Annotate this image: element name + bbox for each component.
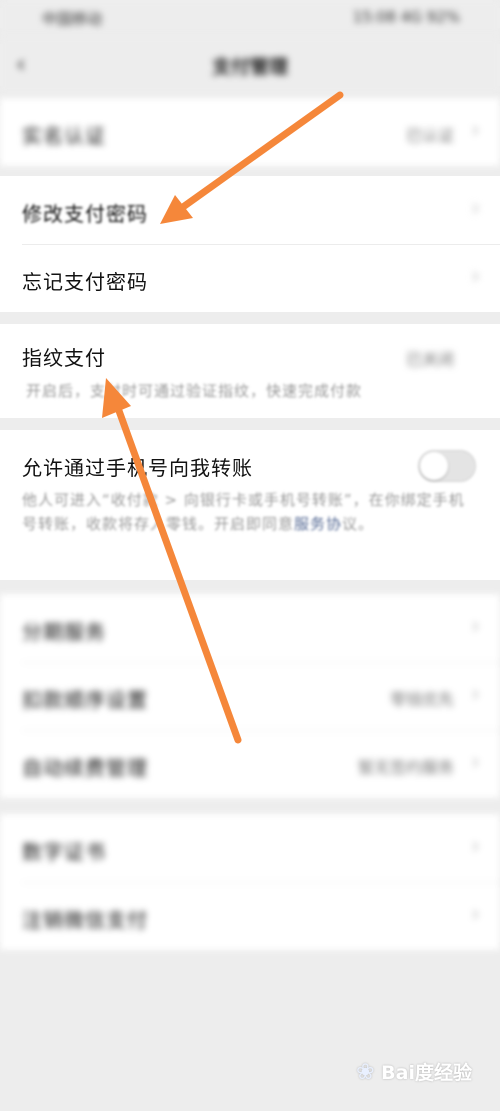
group-services: 分期服务 › 扣款顺序设置 零钱优先 › 自动续费管理 暂无签约服务 ›	[0, 594, 500, 798]
phone-transfer-description: 他人可进入“收付款 > 向银行卡或手机号转账”，在你绑定手机号转账，收款将存入零…	[22, 488, 474, 536]
chevron-right-icon: ›	[471, 902, 480, 927]
row-value: 已认证	[405, 126, 454, 145]
status-bar: 中国移动 15:08 4G 92%	[0, 0, 500, 36]
paw-icon: ❀	[356, 1060, 375, 1085]
chevron-right-icon: ›	[471, 750, 480, 775]
row-subtitle: 开启后，支付时可通过验证指纹，快速完成付款	[26, 382, 363, 400]
carrier-text: 中国移动	[42, 10, 103, 28]
row-digital-certificate[interactable]: 数字证书 ›	[0, 814, 500, 882]
row-label: 允许通过手机号向我转账	[22, 456, 253, 480]
row-value: 已关闭	[405, 350, 454, 369]
chevron-right-icon: ›	[471, 118, 480, 143]
chevron-right-icon: ›	[471, 196, 480, 221]
row-label: 分期服务	[22, 620, 106, 644]
watermark-text: Bai度经验	[381, 1062, 472, 1084]
row-label: 自动续费管理	[22, 756, 148, 780]
row-auto-renewal[interactable]: 自动续费管理 暂无签约服务 ›	[0, 730, 500, 798]
status-indicators: 15:08 4G 92%	[352, 8, 460, 26]
chevron-right-icon: ›	[471, 682, 480, 707]
desc-text: 他人可进入“收付款 > 向银行卡或手机号转账”，在你绑定手机号转账，收款将存入零…	[22, 491, 465, 533]
chevron-right-icon: ›	[471, 264, 480, 289]
nav-bar: ‹ 支付管理	[0, 36, 500, 94]
row-installment[interactable]: 分期服务 ›	[0, 594, 500, 662]
row-label: 修改支付密码	[22, 202, 148, 226]
chevron-right-icon: ›	[471, 614, 480, 639]
row-label: 指纹支付	[22, 346, 106, 370]
desc-suffix: 议。	[342, 515, 375, 533]
row-close-wechat-pay[interactable]: 注销微信支付 ›	[0, 882, 500, 950]
chevron-right-icon: ›	[471, 834, 480, 859]
row-label: 数字证书	[22, 840, 106, 864]
row-realname[interactable]: 实名认证 已认证 ›	[0, 98, 500, 166]
row-value: 零钱优先	[389, 690, 454, 709]
group-account: 数字证书 › 注销微信支付 ›	[0, 814, 500, 950]
row-label: 扣款顺序设置	[22, 688, 148, 712]
row-change-password[interactable]: 修改支付密码 ›	[0, 176, 500, 244]
row-value: 暂无签约服务	[357, 758, 454, 777]
toggle-knob	[420, 452, 448, 480]
row-label: 忘记支付密码	[22, 270, 148, 294]
page-title: 支付管理	[211, 56, 288, 78]
row-forget-password[interactable]: 忘记支付密码 ›	[0, 244, 500, 312]
phone-transfer-toggle[interactable]	[418, 450, 476, 482]
row-label: 注销微信支付	[22, 908, 148, 932]
row-deduction-order[interactable]: 扣款顺序设置 零钱优先 ›	[0, 662, 500, 730]
service-agreement-link[interactable]: 服务协	[294, 515, 342, 533]
group-realname: 实名认证 已认证 ›	[0, 98, 500, 166]
group-password: 修改支付密码 › 忘记支付密码 ›	[0, 176, 500, 312]
baidu-watermark: ❀ Bai度经验	[356, 1058, 472, 1085]
group-fingerprint: 指纹支付 已关闭 开启后，支付时可通过验证指纹，快速完成付款	[0, 324, 500, 418]
row-label: 实名认证	[22, 124, 106, 148]
